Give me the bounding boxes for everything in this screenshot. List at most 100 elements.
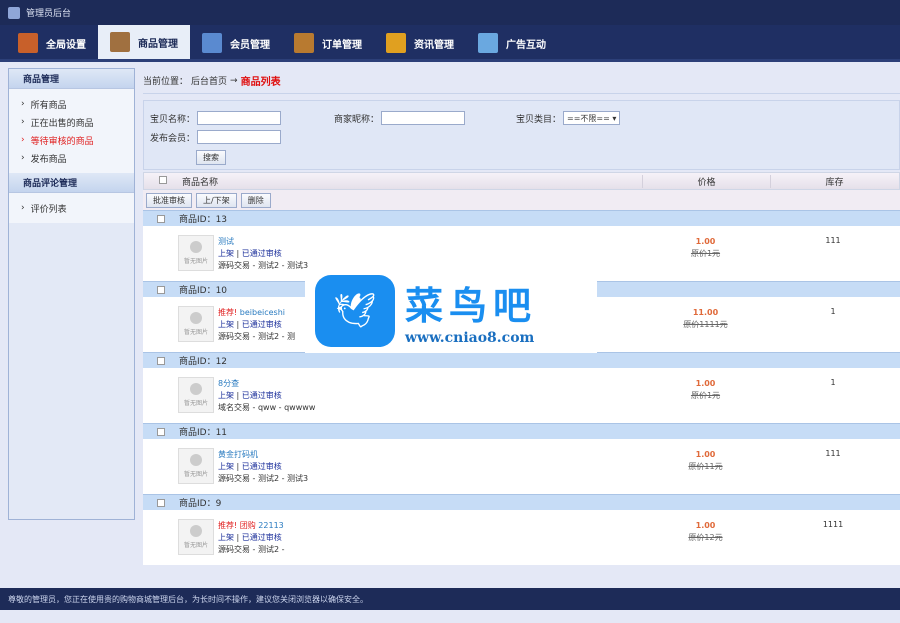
category-label: 宝贝类目： [516,114,562,125]
name-input[interactable] [197,111,282,125]
thumb-text: 暂无图片 [183,542,208,549]
audit-status-link[interactable]: 已通过审核 [242,462,282,471]
search-panel: 宝贝名称： 商家昵称： 宝贝类目： ==不限== ▾ 发布会员： 搜索 [143,100,900,170]
original-price: 原价1111元 [683,320,728,329]
product-name[interactable]: 黄金打码机 [218,450,258,459]
chevron-right-icon: › [21,99,25,109]
category-select[interactable]: ==不限== ▾ [563,111,621,125]
footer-status: 尊敬的管理员，您正在使用贵的购物商城管理后台，为长时间不操作，建议您关闭浏览器以… [0,588,900,610]
stock: 1 [830,307,836,316]
table-row: 暂无图片 8分查 上架 | 已通过审核 域名交易 - qww - qwwww 1… [143,368,900,423]
sidebar-item[interactable]: › 发布商品 [21,149,134,167]
audit-status-link[interactable]: 已通过审核 [242,320,282,329]
member-input[interactable] [197,130,282,144]
product-group-header: 商品ID：11 [143,423,900,439]
product-checkbox[interactable] [157,356,165,365]
nav-tab-icon [478,33,498,53]
sidebar-item-label: 发布商品 [30,154,67,165]
breadcrumb-home[interactable]: 后台首页 [191,74,227,87]
thumb-text: 暂无图片 [183,400,208,407]
trade-category: 源码交易 - 测试2 - 测 [218,332,296,341]
sidebar-group-label: 商品评论管理 [23,179,78,189]
original-price: 原价12元 [688,533,723,542]
shelf-status-link[interactable]: 上架 [218,249,234,258]
recommend-tag: 推荐! 团购 [218,521,256,530]
stock: 111 [825,236,841,245]
product-name[interactable]: 测试 [218,237,234,246]
trade-category: 源码交易 - 测试2 - 测试3 [218,261,309,270]
sidebar-item-label: 正在出售的商品 [30,118,94,129]
breadcrumb-current: 商品列表 [240,77,281,88]
audit-status-link[interactable]: 已通过审核 [242,533,282,542]
sidebar-group-title[interactable]: 商品管理 [9,69,134,89]
audit-status-link[interactable]: 已通过审核 [242,391,282,400]
sidebar-item-label: 等待审核的商品 [30,136,94,147]
delete-button[interactable]: 删除 [240,192,271,208]
sidebar-item[interactable]: › 等待审核的商品 [21,131,134,149]
sidebar-item[interactable]: › 评价列表 [21,199,134,217]
product-checkbox[interactable] [157,214,165,223]
seller-input[interactable] [381,111,466,125]
col-name: 商品名称 [182,177,219,188]
shelf-status-link[interactable]: 上架 [218,462,234,471]
image-placeholder-icon [190,454,202,466]
product-thumbnail[interactable]: 暂无图片 [178,377,214,413]
watermark-title: 菜鸟吧 [405,283,538,328]
nav-tab-icon [110,32,130,52]
chevron-right-icon: › [21,117,25,127]
product-checkbox[interactable] [157,427,165,436]
sidebar-group-title[interactable]: 商品评论管理 [9,173,134,193]
price: 11.00 [692,308,719,317]
nav-tab-icon [294,33,314,53]
product-name[interactable]: beibeiceshi [240,308,285,317]
select-all-checkbox[interactable] [159,175,167,184]
image-placeholder-icon [190,383,202,395]
name-label: 宝贝名称： [150,114,196,125]
nav-tab[interactable]: 商品管理 [98,25,190,59]
product-group-header: 商品ID：9 [143,494,900,510]
shelf-status-link[interactable]: 上架 [218,320,234,329]
watermark: 🕊 菜鸟吧 www.cniao8.com [305,268,597,353]
price: 1.00 [695,450,716,459]
thumb-text: 暂无图片 [183,329,208,336]
seller-label: 商家昵称： [334,114,380,125]
product-thumbnail[interactable]: 暂无图片 [178,519,214,555]
product-group-header: 商品ID：12 [143,352,900,368]
footer-text: 尊敬的管理员，您正在使用贵的购物商城管理后台，为长时间不操作，建议您关闭浏览器以… [8,594,368,604]
product-checkbox[interactable] [157,498,165,507]
product-name[interactable]: 8分查 [218,379,239,388]
trade-category: 源码交易 - 测试2 - [218,545,285,554]
audit-status-link[interactable]: 已通过审核 [242,249,282,258]
product-thumbnail[interactable]: 暂无图片 [178,235,214,271]
recommend-tag: 推荐! [218,308,238,317]
toggle-shelf-button[interactable]: 上/下架 [196,192,237,208]
nav-tab-icon [202,33,222,53]
thumb-text: 暂无图片 [183,471,208,478]
stock: 111 [825,449,841,458]
nav-tab[interactable]: 资讯管理 [374,27,466,59]
approve-button[interactable]: 批准审核 [146,192,192,208]
nav-tab[interactable]: 会员管理 [190,27,282,59]
breadcrumb-separator: → [230,75,238,86]
image-placeholder-icon [190,525,202,537]
product-id: 商品ID：13 [179,215,228,225]
stock: 1111 [822,520,844,529]
nav-tab[interactable]: 广告互动 [466,27,558,59]
product-checkbox[interactable] [157,285,165,294]
product-name[interactable]: 22113 [258,521,283,530]
nav-tab[interactable]: 全局设置 [6,27,98,59]
nav-tab[interactable]: 订单管理 [282,27,374,59]
product-thumbnail[interactable]: 暂无图片 [178,306,214,342]
breadcrumb-prefix: 当前位置： [143,77,189,87]
category-value: ==不限== [567,113,610,123]
table-row: 暂无图片 黄金打码机 上架 | 已通过审核 源码交易 - 测试2 - 测试3 1… [143,439,900,494]
product-thumbnail[interactable]: 暂无图片 [178,448,214,484]
sidebar-item[interactable]: › 正在出售的商品 [21,113,134,131]
product-group-header: 商品ID：13 [143,210,900,226]
shelf-status-link[interactable]: 上架 [218,391,234,400]
nav-tab-icon [18,33,38,53]
search-button[interactable]: 搜索 [196,150,226,165]
sidebar-item[interactable]: › 所有商品 [21,95,134,113]
nav-tab-label: 资讯管理 [414,39,454,51]
shelf-status-link[interactable]: 上架 [218,533,234,542]
